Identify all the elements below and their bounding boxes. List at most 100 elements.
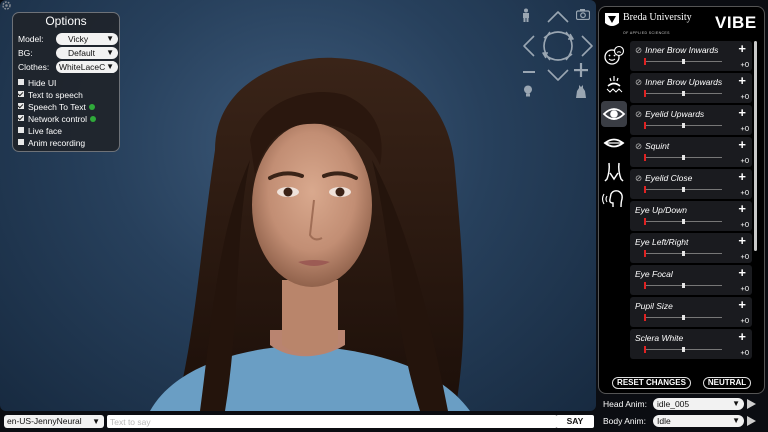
blendshape-value: +0	[740, 92, 749, 101]
eye-icon	[602, 108, 626, 120]
avatar-viewport[interactable]: Options Model: Vicky ▼ BG: Default ▼ Clo…	[0, 0, 596, 411]
say-button[interactable]: SAY	[556, 415, 594, 428]
blendshape-row: Eye Focal + +0	[630, 265, 752, 295]
zoom-plus-icon[interactable]	[574, 63, 588, 77]
model-select[interactable]: Vicky ▼	[56, 33, 118, 45]
link-icon[interactable]: ⊘	[635, 173, 642, 183]
category-brow[interactable]	[601, 72, 627, 98]
gear-icon[interactable]	[1, 0, 12, 11]
checkbox-box[interactable]	[18, 139, 24, 145]
slider-handle[interactable]	[682, 219, 685, 224]
face-expression-icon	[604, 45, 625, 65]
slider-handle[interactable]	[682, 155, 685, 160]
link-icon[interactable]: ⊘	[635, 77, 642, 87]
slider-min-marker	[644, 250, 646, 257]
blendshape-value: +0	[740, 156, 749, 165]
checkbox-box[interactable]	[18, 103, 24, 109]
blendshape-name: Eye Left/Right	[635, 237, 688, 247]
blendshape-row: Sclera White + +0	[630, 329, 752, 359]
checkbox-label: Text to speech	[28, 90, 83, 100]
dropdown-arrow-icon: ▼	[105, 61, 114, 73]
camera-controls	[518, 6, 596, 102]
blendshape-label: Eye Left/Right	[635, 237, 689, 247]
plus-icon[interactable]: +	[738, 169, 746, 184]
voice-select[interactable]: en-US-JennyNeural ▼	[4, 415, 104, 428]
vibe-logo: VIBE	[715, 13, 757, 32]
checkbox-box[interactable]	[18, 91, 24, 97]
light-bulb-icon[interactable]	[523, 85, 533, 97]
play-icon[interactable]	[747, 416, 756, 426]
bg-select[interactable]: Default ▼	[56, 47, 118, 59]
clothes-label: Clothes:	[18, 62, 50, 72]
say-input[interactable]	[107, 415, 557, 428]
blendshape-row: ⊘ Eyelid Upwards + +0	[630, 105, 752, 135]
blendshape-label: Pupil Size	[635, 301, 673, 311]
category-voice[interactable]	[601, 186, 627, 212]
slider-min-marker	[644, 58, 646, 65]
blendshape-name: ⊘ Eyelid Upwards	[635, 109, 704, 120]
category-face[interactable]	[601, 43, 627, 69]
status-dot-icon	[88, 104, 95, 110]
clothes-value: WhiteLaceC	[59, 62, 106, 72]
slider-handle[interactable]	[682, 283, 685, 288]
link-icon[interactable]: ⊘	[635, 141, 642, 151]
head-anim-select[interactable]: idle_005 ▼	[653, 398, 744, 410]
blendshape-list[interactable]: ⊘ Inner Brow Inwards + +0 ⊘ Inner Brow Upward…	[630, 41, 752, 371]
category-neck[interactable]	[601, 159, 627, 185]
link-icon[interactable]: ⊘	[635, 109, 642, 119]
checkbox-box[interactable]	[18, 127, 24, 133]
link-icon[interactable]: ⊘	[635, 45, 642, 55]
plus-icon[interactable]: +	[738, 297, 746, 312]
plus-icon[interactable]: +	[738, 201, 746, 216]
reset-changes-button[interactable]: RESET CHANGES	[612, 377, 691, 389]
plus-icon[interactable]: +	[738, 41, 746, 56]
slider-handle[interactable]	[682, 123, 685, 128]
slider-min-marker	[644, 314, 646, 321]
plus-icon[interactable]: +	[738, 137, 746, 152]
slider-handle[interactable]	[682, 91, 685, 96]
play-icon[interactable]	[747, 399, 756, 409]
bottom-bar: en-US-JennyNeural ▼ SAY	[0, 412, 596, 432]
model-row: Model: Vicky ▼	[18, 33, 118, 45]
plus-icon[interactable]: +	[738, 265, 746, 280]
voice-value: en-US-JennyNeural	[7, 416, 82, 426]
checkbox-network-control[interactable]: Network control	[18, 114, 97, 125]
neutral-button[interactable]: NEUTRAL	[703, 377, 751, 389]
bg-label: BG:	[18, 48, 33, 58]
model-label: Model:	[18, 34, 44, 44]
category-mouth[interactable]	[601, 130, 627, 156]
blendshape-row: Eye Up/Down + +0	[630, 201, 752, 231]
plus-icon[interactable]: +	[738, 329, 746, 344]
slider-min-marker	[644, 154, 646, 161]
slider-handle[interactable]	[682, 315, 685, 320]
plus-icon[interactable]: +	[738, 73, 746, 88]
plus-icon[interactable]: +	[738, 233, 746, 248]
slider-handle[interactable]	[682, 347, 685, 352]
checkbox-speech-to-text[interactable]: Speech To Text	[18, 102, 95, 113]
university-subtitle: OF APPLIED SCIENCES	[623, 31, 670, 35]
checkbox-hide-ui[interactable]: Hide UI	[18, 78, 56, 89]
category-eye[interactable]	[601, 101, 627, 127]
blendshape-name: ⊘ Inner Brow Inwards	[635, 45, 718, 56]
dropdown-arrow-icon: ▼	[92, 417, 100, 426]
blendshape-value: +0	[740, 124, 749, 133]
blendshape-name: Eye Focal	[635, 269, 673, 279]
slider-handle[interactable]	[682, 251, 685, 256]
zoom-minus-icon[interactable]	[523, 69, 535, 75]
dress-icon[interactable]	[576, 85, 586, 98]
slider-handle[interactable]	[682, 187, 685, 192]
clothes-select[interactable]: WhiteLaceC ▼	[56, 61, 118, 73]
plus-icon[interactable]: +	[738, 105, 746, 120]
scrollbar[interactable]	[754, 41, 757, 251]
head-anim-label: Head Anim:	[603, 399, 647, 409]
blendshape-value: +0	[740, 348, 749, 357]
blendshape-row: ⊘ Inner Brow Inwards + +0	[630, 41, 752, 71]
checkbox-text-to-speech[interactable]: Text to speech	[18, 90, 83, 101]
checkbox-box[interactable]	[18, 79, 24, 85]
checkbox-live-face[interactable]: Live face	[18, 126, 62, 137]
checkbox-box[interactable]	[18, 115, 24, 121]
blendshape-panel: Breda University OF APPLIED SCIENCES VIB…	[598, 6, 765, 394]
checkbox-anim-recording[interactable]: Anim recording	[18, 138, 85, 149]
body-anim-select[interactable]: Idle ▼	[653, 415, 744, 427]
slider-handle[interactable]	[682, 59, 685, 64]
